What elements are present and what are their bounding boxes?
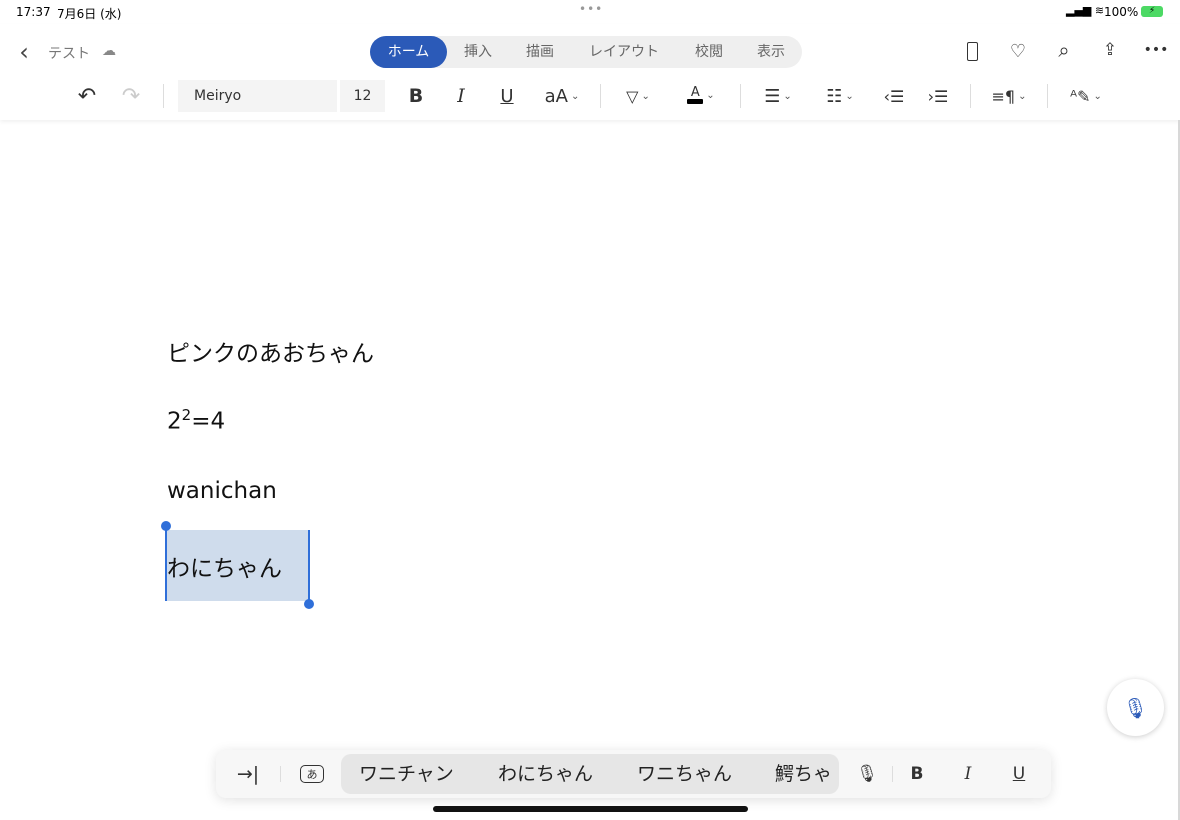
numbering-button[interactable]: ☷ ⌄ (820, 84, 860, 108)
paragraph-selected[interactable]: わにちゃん (167, 549, 282, 583)
selection-end-handle[interactable] (304, 599, 314, 609)
home-indicator[interactable] (433, 806, 748, 812)
paragraph-icon: ≡¶ (991, 86, 1016, 106)
chevron-down-icon: ⌄ (1093, 90, 1102, 102)
equation-rest: =4 (191, 408, 226, 435)
more-options-icon[interactable]: ••• (1144, 39, 1169, 61)
status-bar: 17:37 7月6日 (水) ••• ▂▄▆ ≋ 100% ⚡ (0, 0, 1180, 24)
kana-key[interactable]: あ (300, 765, 324, 783)
tab-insert[interactable]: 挿入 (458, 36, 498, 68)
chevron-down-icon: ⌄ (783, 90, 792, 102)
multitask-dots-icon[interactable]: ••• (579, 2, 603, 16)
status-time: 17:37 (16, 5, 51, 19)
tab-key-icon[interactable]: →| (234, 762, 262, 786)
chevron-down-icon: ⌄ (706, 89, 715, 101)
tab-home[interactable]: ホーム (370, 36, 447, 68)
bullets-button[interactable]: ☰ ⌄ (758, 84, 798, 108)
search-icon[interactable]: ⌕ (1052, 38, 1076, 62)
microphone-icon[interactable]: 🎙︎ (856, 762, 878, 786)
italic-button[interactable]: I (450, 84, 472, 108)
font-color-icon: A (687, 86, 704, 104)
back-chevron-icon[interactable]: ‹ (14, 38, 34, 66)
tab-review[interactable]: 校閲 (688, 36, 730, 68)
candidate[interactable]: わにちゃん (498, 754, 593, 794)
italic-button[interactable]: I (957, 762, 979, 786)
selection-end-bar (308, 530, 310, 601)
ribbon-tabs: ホーム 挿入 描画 レイアウト 校閲 表示 (370, 36, 802, 68)
base: 2 (167, 408, 182, 435)
battery-percent: 100% (1104, 5, 1139, 19)
redo-icon[interactable]: ↷ (119, 83, 143, 109)
battery-icon: ⚡ (1141, 6, 1163, 17)
mobile-view-icon[interactable] (962, 40, 982, 62)
superscript: 2 (181, 406, 192, 424)
chevron-down-icon: ⌄ (845, 90, 854, 102)
chevron-down-icon: ⌄ (641, 90, 650, 102)
microphone-icon: 🎙︎ (1122, 695, 1149, 720)
underline-button[interactable]: U (1008, 762, 1030, 786)
tab-view[interactable]: 表示 (750, 36, 792, 68)
highlighter-icon: ▽ (626, 86, 639, 106)
share-icon[interactable]: ⇪ (1099, 39, 1121, 61)
paragraph[interactable]: wanichan (167, 478, 277, 504)
underline-button[interactable]: U (496, 84, 518, 108)
tab-layout[interactable]: レイアウト (582, 36, 666, 68)
paragraph-equation[interactable]: 22=4 (167, 406, 225, 435)
chevron-down-icon: ⌄ (1018, 90, 1027, 102)
tab-draw[interactable]: 描画 (520, 36, 560, 68)
styles-pen-icon: ᴬ✎ (1070, 86, 1091, 106)
paragraph-button[interactable]: ≡¶ ⌄ (988, 84, 1030, 108)
highlighter-button[interactable]: ▽ ⌄ (618, 84, 658, 108)
keyboard-shortcut-bar: →| あ ワニチャン わにちゃん ワニちゃん 鰐ちゃ 🎙︎ B I U (216, 750, 1051, 798)
bold-button[interactable]: B (906, 762, 928, 786)
candidate[interactable]: ワニチャン (359, 754, 454, 794)
font-color-button[interactable]: A ⌄ (680, 82, 722, 108)
styles-button[interactable]: ᴬ✎ ⌄ (1066, 84, 1106, 108)
increase-indent-icon[interactable]: ›☰ (926, 84, 950, 108)
text-size-label: aA (544, 85, 568, 107)
app-header: ‹ テスト ☁ ホーム 挿入 描画 レイアウト 校閲 表示 ♡ ⌕ ⇪ ••• … (0, 24, 1180, 120)
decrease-indent-icon[interactable]: ‹☰ (882, 84, 906, 108)
status-date: 7月6日 (水) (57, 7, 122, 21)
selection-start-handle[interactable] (161, 521, 171, 531)
candidate[interactable]: ワニちゃん (637, 754, 732, 794)
text-size-button[interactable]: aA ⌄ (540, 84, 584, 108)
candidate[interactable]: 鰐ちゃ (775, 754, 832, 794)
font-name-field[interactable]: Meiryo (178, 80, 337, 112)
cloud-sync-icon[interactable]: ☁ (99, 41, 119, 61)
numbered-list-icon: ☷ (826, 85, 843, 107)
signal-wifi-icon: ▂▄▆ ≋ (1066, 4, 1105, 17)
lightbulb-icon[interactable]: ♡ (1007, 40, 1029, 62)
undo-icon[interactable]: ↶ (75, 83, 99, 109)
paragraph[interactable]: ピンクのあおちゃん (167, 334, 374, 368)
candidate-list: ワニチャン わにちゃん ワニちゃん 鰐ちゃ (341, 754, 839, 794)
font-size-field[interactable]: 12 (340, 80, 385, 112)
bullet-list-icon: ☰ (764, 85, 781, 107)
document-title[interactable]: テスト (48, 43, 90, 63)
bold-button[interactable]: B (405, 84, 427, 108)
chevron-down-icon: ⌄ (570, 90, 580, 102)
dictate-mic-button[interactable]: 🎙︎ (1107, 679, 1164, 736)
